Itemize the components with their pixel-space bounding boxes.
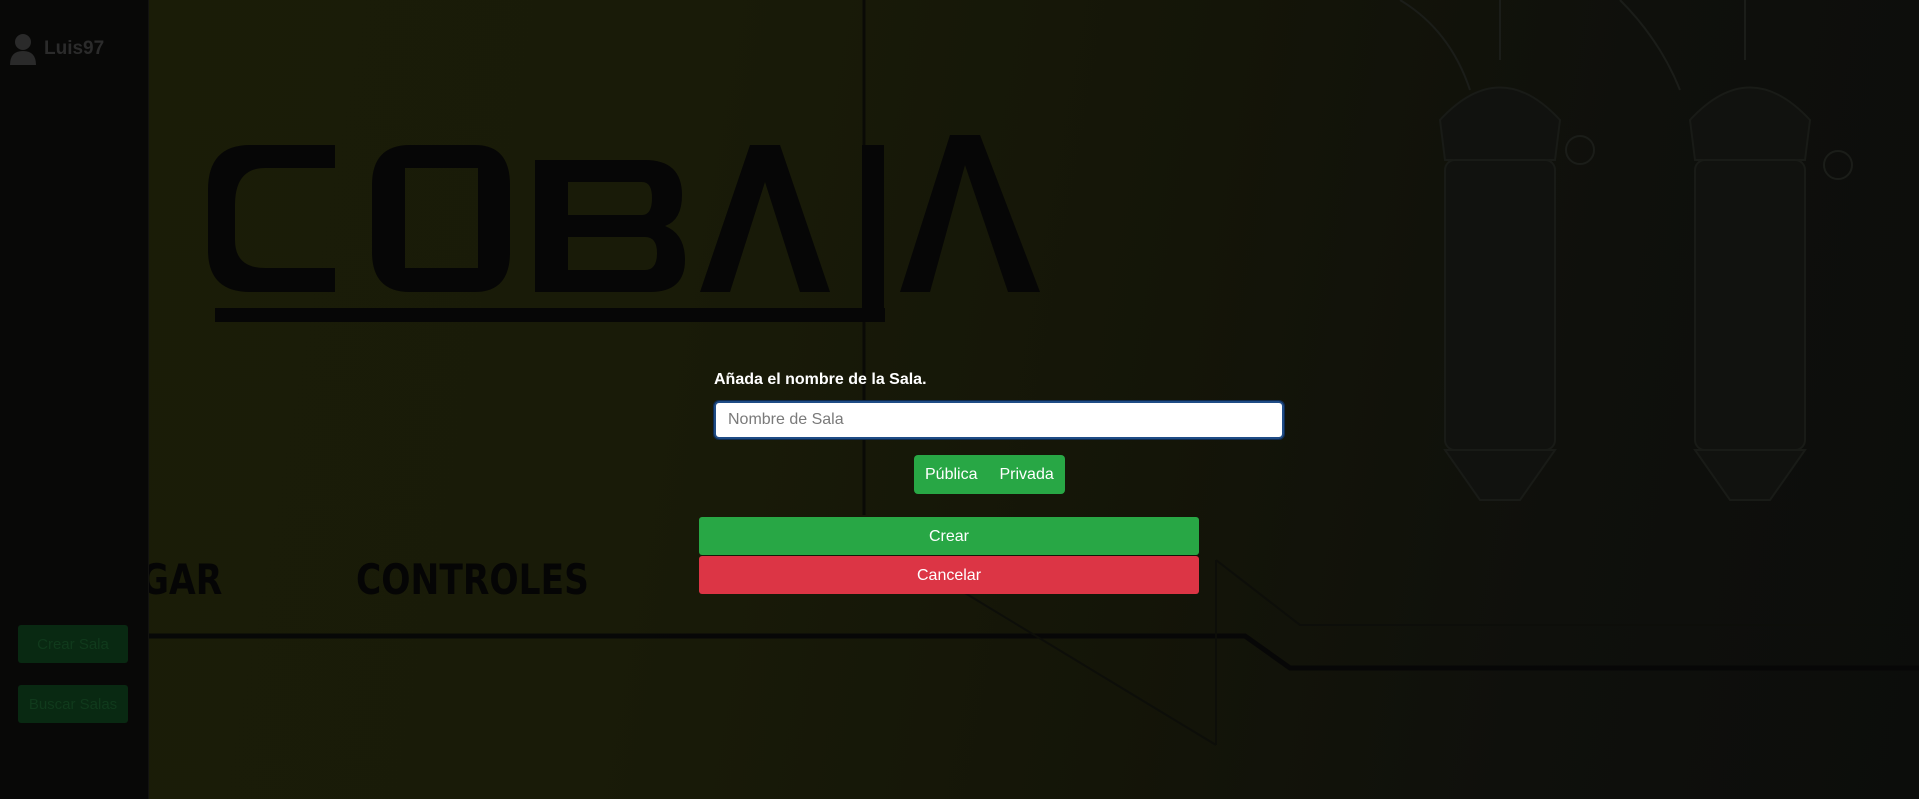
sidebar: Luis97 Crear Sala Buscar Salas xyxy=(0,0,149,799)
user-profile: Luis97 xyxy=(8,32,104,66)
game-screen: JUGAR CONTROLES Luis97 Crear Sala Buscar… xyxy=(0,0,1919,799)
menu-controles: CONTROLES xyxy=(356,555,589,604)
crear-button[interactable]: Crear xyxy=(699,517,1199,555)
room-name-input[interactable] xyxy=(713,400,1285,440)
buscar-salas-button[interactable]: Buscar Salas xyxy=(18,685,128,723)
username: Luis97 xyxy=(44,38,105,59)
visibility-toggle: Pública Privada xyxy=(914,455,1065,494)
publica-button[interactable]: Pública xyxy=(914,455,989,494)
user-icon xyxy=(10,34,36,65)
game-logo xyxy=(208,135,1040,322)
room-name-prompt: Añada el nombre de la Sala. xyxy=(714,371,927,388)
cancelar-button[interactable]: Cancelar xyxy=(699,556,1199,594)
privada-button[interactable]: Privada xyxy=(988,455,1065,494)
crear-sala-button[interactable]: Crear Sala xyxy=(18,625,128,663)
